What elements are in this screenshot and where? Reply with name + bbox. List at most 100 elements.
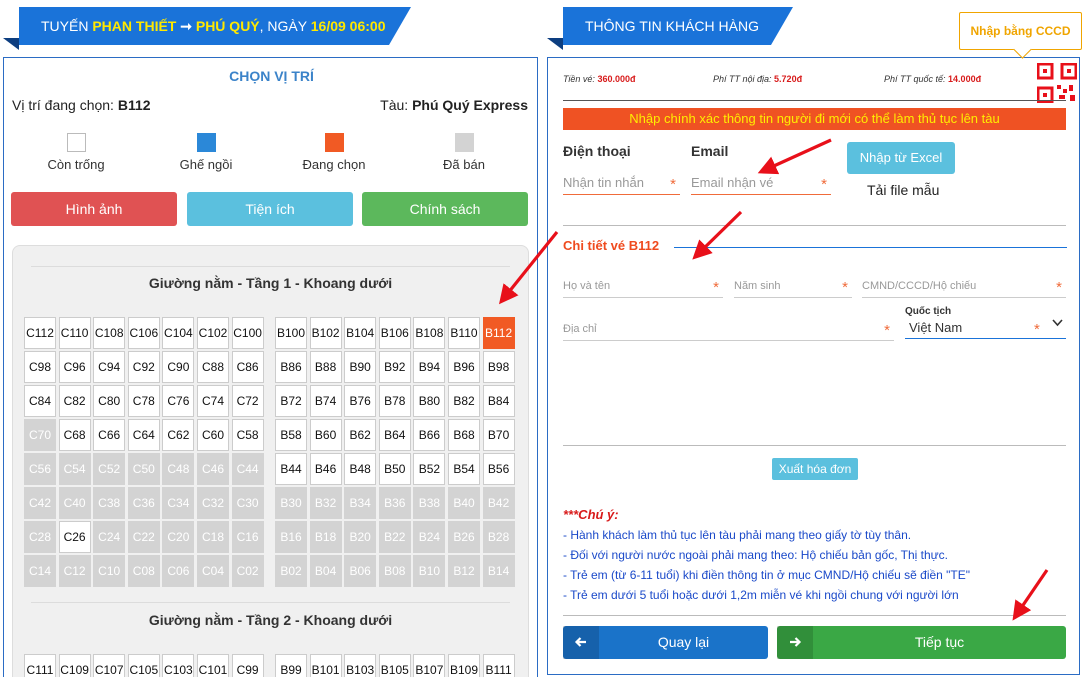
seat-b109[interactable]: B109	[448, 654, 480, 677]
seat-c40[interactable]: C40	[58, 487, 91, 519]
seat-b98[interactable]: B98	[482, 351, 515, 383]
seat-c66[interactable]: C66	[93, 419, 126, 451]
seat-b88[interactable]: B88	[309, 351, 342, 383]
seat-c26[interactable]: C26	[58, 521, 91, 553]
seat-c50[interactable]: C50	[127, 453, 160, 485]
seat-b105[interactable]: B105	[378, 654, 411, 677]
seat-c98[interactable]: C98	[24, 351, 56, 383]
seat-b20[interactable]: B20	[344, 521, 377, 553]
seat-b102[interactable]: B102	[309, 317, 342, 349]
seat-b64[interactable]: B64	[378, 419, 411, 451]
seat-c112[interactable]: C112	[24, 317, 56, 349]
seat-c96[interactable]: C96	[58, 351, 91, 383]
seat-c99[interactable]: C99	[231, 654, 264, 677]
seat-b22[interactable]: B22	[378, 521, 411, 553]
address-field[interactable]: Địa chỉ *	[563, 317, 894, 341]
seat-b06[interactable]: B06	[344, 555, 377, 587]
seat-c28[interactable]: C28	[24, 521, 56, 553]
seat-b02[interactable]: B02	[275, 555, 307, 587]
seat-c48[interactable]: C48	[162, 453, 195, 485]
import-excel-button[interactable]: Nhập từ Excel	[847, 142, 955, 174]
seat-b44[interactable]: B44	[275, 453, 307, 485]
seat-b86[interactable]: B86	[275, 351, 307, 383]
seat-c08[interactable]: C08	[127, 555, 160, 587]
seat-b08[interactable]: B08	[378, 555, 411, 587]
seat-c20[interactable]: C20	[162, 521, 195, 553]
seat-c108[interactable]: C108	[93, 317, 126, 349]
seat-b60[interactable]: B60	[309, 419, 342, 451]
seat-c101[interactable]: C101	[197, 654, 229, 677]
birthyear-field[interactable]: Năm sinh *	[734, 274, 852, 298]
seat-b74[interactable]: B74	[309, 385, 342, 417]
seat-c82[interactable]: C82	[58, 385, 91, 417]
seat-b54[interactable]: B54	[448, 453, 480, 485]
seat-b108[interactable]: B108	[413, 317, 446, 349]
seat-c104[interactable]: C104	[162, 317, 195, 349]
email-field[interactable]: Email nhận vé *	[691, 171, 831, 195]
seat-b38[interactable]: B38	[413, 487, 446, 519]
seat-c56[interactable]: C56	[24, 453, 56, 485]
seat-b58[interactable]: B58	[275, 419, 307, 451]
seat-c36[interactable]: C36	[127, 487, 160, 519]
seat-b26[interactable]: B26	[448, 521, 480, 553]
seat-c46[interactable]: C46	[197, 453, 229, 485]
seat-b103[interactable]: B103	[344, 654, 377, 677]
seat-c34[interactable]: C34	[162, 487, 195, 519]
seat-b62[interactable]: B62	[344, 419, 377, 451]
seat-b72[interactable]: B72	[275, 385, 307, 417]
issue-invoice-button[interactable]: Xuất hóa đơn	[772, 458, 858, 480]
policy-button[interactable]: Chính sách	[362, 192, 528, 226]
seat-b112[interactable]: B112	[482, 317, 515, 349]
seat-c02[interactable]: C02	[231, 555, 264, 587]
seat-c12[interactable]: C12	[58, 555, 91, 587]
seat-b101[interactable]: B101	[309, 654, 342, 677]
seat-c105[interactable]: C105	[127, 654, 160, 677]
seat-c30[interactable]: C30	[231, 487, 264, 519]
seat-b107[interactable]: B107	[413, 654, 446, 677]
seat-b34[interactable]: B34	[344, 487, 377, 519]
seat-c24[interactable]: C24	[93, 521, 126, 553]
seat-b66[interactable]: B66	[413, 419, 446, 451]
seat-c38[interactable]: C38	[93, 487, 126, 519]
seat-b99[interactable]: B99	[275, 654, 307, 677]
seat-b100[interactable]: B100	[275, 317, 307, 349]
seat-b78[interactable]: B78	[378, 385, 411, 417]
seat-b68[interactable]: B68	[448, 419, 480, 451]
seat-c06[interactable]: C06	[162, 555, 195, 587]
seat-c52[interactable]: C52	[93, 453, 126, 485]
seat-c88[interactable]: C88	[197, 351, 229, 383]
seat-c110[interactable]: C110	[58, 317, 91, 349]
seat-b76[interactable]: B76	[344, 385, 377, 417]
seat-b40[interactable]: B40	[448, 487, 480, 519]
seat-c18[interactable]: C18	[197, 521, 229, 553]
seat-c14[interactable]: C14	[24, 555, 56, 587]
seat-b30[interactable]: B30	[275, 487, 307, 519]
continue-button[interactable]: Tiếp tục	[777, 626, 1066, 659]
seat-b04[interactable]: B04	[309, 555, 342, 587]
seat-c16[interactable]: C16	[231, 521, 264, 553]
seat-b48[interactable]: B48	[344, 453, 377, 485]
seat-c107[interactable]: C107	[93, 654, 126, 677]
seat-c78[interactable]: C78	[127, 385, 160, 417]
seat-c64[interactable]: C64	[127, 419, 160, 451]
amenities-button[interactable]: Tiện ích	[187, 192, 353, 226]
fullname-field[interactable]: Họ và tên *	[563, 274, 723, 298]
seat-c54[interactable]: C54	[58, 453, 91, 485]
seat-b36[interactable]: B36	[378, 487, 411, 519]
seat-c94[interactable]: C94	[93, 351, 126, 383]
seat-c22[interactable]: C22	[127, 521, 160, 553]
seat-b111[interactable]: B111	[482, 654, 515, 677]
seat-b50[interactable]: B50	[378, 453, 411, 485]
seat-c106[interactable]: C106	[127, 317, 160, 349]
back-button[interactable]: Quay lại	[563, 626, 768, 659]
seat-c10[interactable]: C10	[93, 555, 126, 587]
seat-b106[interactable]: B106	[378, 317, 411, 349]
seat-c72[interactable]: C72	[231, 385, 264, 417]
seat-b92[interactable]: B92	[378, 351, 411, 383]
seat-b56[interactable]: B56	[482, 453, 515, 485]
qr-code-icon[interactable]	[1037, 63, 1077, 103]
seat-b42[interactable]: B42	[482, 487, 515, 519]
seat-b52[interactable]: B52	[413, 453, 446, 485]
seat-b12[interactable]: B12	[448, 555, 480, 587]
seat-b70[interactable]: B70	[482, 419, 515, 451]
